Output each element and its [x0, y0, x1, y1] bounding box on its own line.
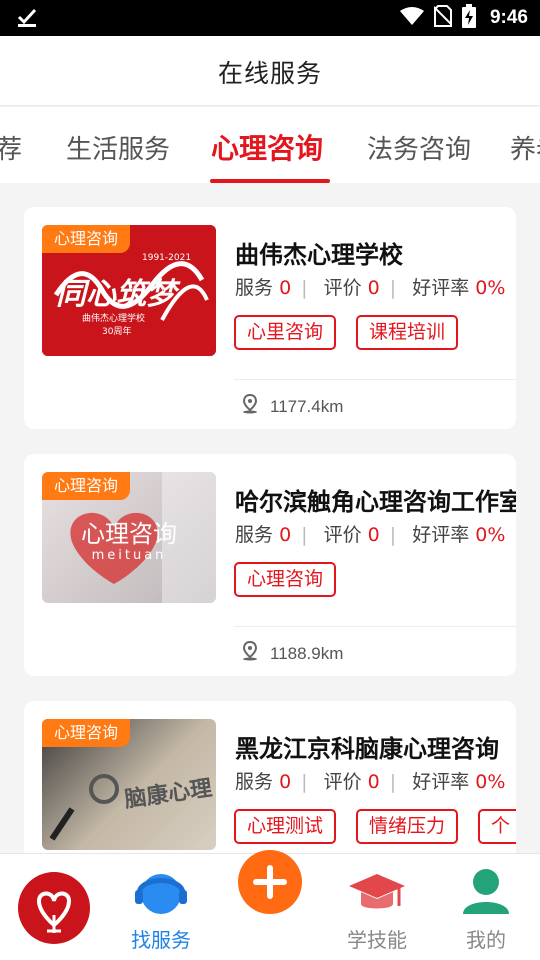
thumbnail-years: 1991-2021 [142, 253, 192, 263]
provider-name: 哈尔滨触角心理咨询工作室 [235, 488, 516, 516]
tab-life-service[interactable]: 生活服务 [66, 129, 170, 166]
service-tags: 心里咨询 课程培训 [234, 315, 459, 350]
no-sim-icon [433, 5, 453, 31]
good-rate: 0% [475, 771, 506, 793]
status-time: 9:46 [489, 7, 528, 28]
category-badge: 心理咨询 [42, 225, 131, 253]
thumbnail-anniversary: 30周年 [102, 327, 132, 337]
category-tabs: 荐 生活服务 心理咨询 法务咨询 养老 [0, 107, 540, 183]
thumbnail-sub: meituan [91, 548, 167, 563]
review-label: 评价 [323, 771, 362, 793]
service-tag[interactable]: 情绪压力 [356, 809, 459, 844]
headset-icon [135, 874, 187, 914]
provider-stats: 服务 0 | 评价 0 | 好评率 0% [235, 524, 506, 546]
service-label: 服务 [235, 524, 274, 546]
service-tag[interactable]: 个 [478, 809, 516, 844]
service-label: 服务 [235, 771, 274, 793]
good-rate: 0% [475, 277, 506, 299]
nav-mine[interactable]: 我的 [444, 854, 528, 960]
provider-thumbnail: 心理咨询 脑康心理 [42, 719, 216, 850]
tab-recommend[interactable]: 荐 [0, 129, 22, 166]
service-count: 0 [279, 771, 292, 793]
service-count: 0 [279, 277, 292, 299]
divider [234, 379, 516, 380]
thumbnail-calligraphy: 同心筑梦 [56, 277, 176, 312]
category-badge: 心理咨询 [42, 472, 131, 500]
provider-stats: 服务 0 | 评价 0 | 好评率 0% [235, 771, 506, 793]
thumbnail-school: 曲伟杰心理学校 [82, 314, 146, 324]
provider-thumbnail: 心理咨询 同心筑梦 1991-2021 曲伟杰心理学校 30周年 [42, 225, 216, 356]
good-rate: 0% [475, 524, 506, 546]
provider-card[interactable]: 心理咨询 同心筑梦 1991-2021 曲伟杰心理学校 30周年 曲伟杰心理学校… [24, 207, 516, 429]
tab-elderly[interactable]: 养老 [510, 129, 540, 166]
nav-label: 学技能 [347, 928, 407, 952]
app-header: 在线服务 [0, 36, 540, 106]
service-tag[interactable]: 课程培训 [356, 315, 459, 350]
thumbnail-title: 心理咨询 [81, 520, 177, 548]
app-logo-icon [18, 872, 90, 944]
divider [234, 626, 516, 627]
nav-find-service[interactable]: 找服务 [116, 854, 206, 960]
bottom-navigation: 找服务 学技能 我的 [0, 850, 540, 960]
distance-row: 1188.9km [242, 640, 344, 666]
service-tag[interactable]: 心里咨询 [234, 315, 337, 350]
service-tag[interactable]: 心理咨询 [234, 562, 337, 597]
graduation-cap-icon [349, 874, 405, 909]
provider-name: 黑龙江京科脑康心理咨询 [235, 735, 499, 763]
location-pin-icon [242, 393, 258, 419]
rate-label: 好评率 [412, 277, 470, 299]
battery-charging-icon [461, 4, 476, 32]
provider-stats: 服务 0 | 评价 0 | 好评率 0% [235, 277, 506, 299]
category-badge: 心理咨询 [42, 719, 131, 747]
service-count: 0 [279, 524, 292, 546]
nav-learn-skill[interactable]: 学技能 [332, 854, 422, 960]
provider-card[interactable]: 心理咨询 脑康心理 黑龙江京科脑康心理咨询 服务 0 | 评价 0 | 好评率 0%… [24, 701, 516, 853]
download-done-icon [16, 6, 38, 32]
nav-home-logo[interactable] [14, 854, 94, 960]
nav-label: 我的 [466, 928, 506, 952]
location-pin-icon [242, 640, 258, 666]
nav-add-button[interactable] [232, 850, 308, 960]
service-tags: 心理咨询 [234, 562, 337, 597]
provider-card[interactable]: 心理咨询 心理咨询 meituan 哈尔滨触角心理咨询工作室 服务 0 | 评价 … [24, 454, 516, 676]
review-label: 评价 [323, 277, 362, 299]
service-label: 服务 [235, 277, 274, 299]
status-bar: 9:46 [0, 0, 540, 36]
service-tags: 心理测试 情绪压力 个 [234, 809, 516, 844]
rate-label: 好评率 [412, 524, 470, 546]
provider-list: 心理咨询 同心筑梦 1991-2021 曲伟杰心理学校 30周年 曲伟杰心理学校… [0, 183, 540, 853]
nav-label: 找服务 [131, 928, 191, 952]
distance-value: 1177.4km [270, 396, 344, 416]
rate-label: 好评率 [412, 771, 470, 793]
provider-thumbnail: 心理咨询 心理咨询 meituan [42, 472, 216, 603]
tab-legal[interactable]: 法务咨询 [367, 129, 471, 166]
review-count: 0 [367, 277, 380, 299]
distance-value: 1188.9km [270, 643, 344, 663]
distance-row: 1177.4km [242, 393, 344, 419]
wifi-icon [399, 6, 424, 30]
plus-icon [238, 850, 302, 914]
review-label: 评价 [323, 524, 362, 546]
provider-name: 曲伟杰心理学校 [235, 241, 403, 269]
tab-psychology[interactable]: 心理咨询 [211, 127, 323, 167]
page-title: 在线服务 [217, 59, 322, 88]
review-count: 0 [367, 524, 380, 546]
user-icon [463, 869, 509, 914]
service-tag[interactable]: 心理测试 [234, 809, 337, 844]
review-count: 0 [367, 771, 380, 793]
